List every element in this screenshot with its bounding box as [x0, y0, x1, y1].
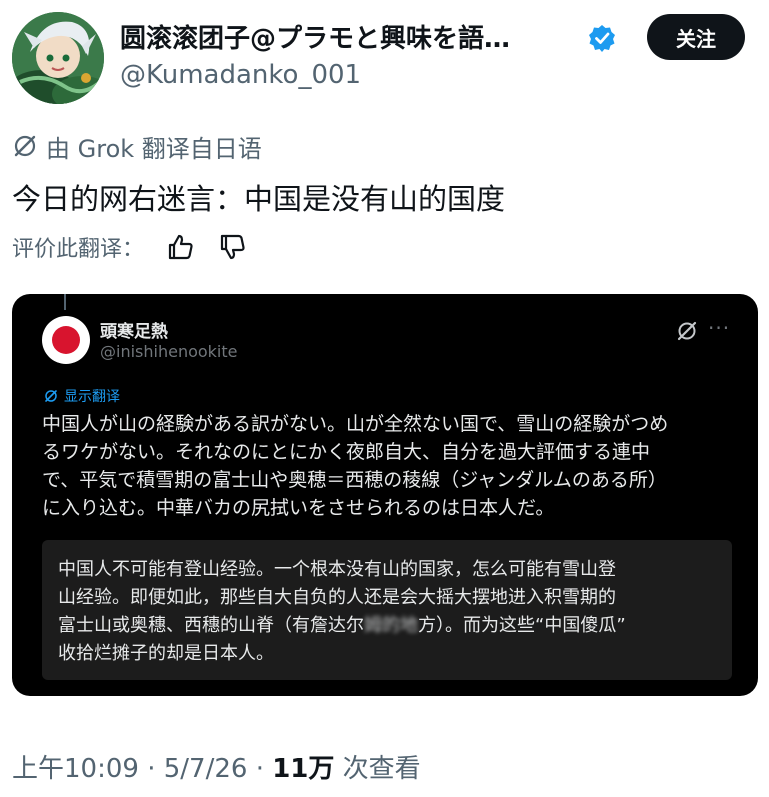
quoted-author-name[interactable]: 頭寒足熱: [100, 317, 168, 342]
views-label: 次查看: [342, 754, 421, 784]
translated-text-line: 富士山或奥穗、西穗的山脊（有詹达尔姆的地方）。而为这些“中国傻瓜”: [58, 612, 718, 640]
thumbs-down-icon[interactable]: [218, 232, 248, 262]
quoted-author-handle[interactable]: @inishihenookite: [100, 342, 237, 361]
follow-button[interactable]: 关注: [647, 14, 745, 60]
rate-translation-label: 评价此翻译：: [12, 237, 145, 262]
post-metadata: 上午10:09 · 5/7/26 · 11万 次查看: [12, 748, 421, 785]
obscured-text: 姆的地: [364, 615, 418, 636]
translation-panel: 中国人不可能有登山经验。一个根本没有山的国家，怎么可能有雪山登 山经验。即便如此…: [42, 540, 732, 680]
grok-translation-label: 由 Grok 翻译自日语: [46, 134, 262, 163]
grok-icon[interactable]: [676, 320, 698, 346]
grok-small-icon: [45, 390, 57, 402]
translated-text-line: 中国人不可能有登山经验。一个根本没有山的国家，怎么可能有雪山登: [58, 559, 616, 580]
show-translation-label[interactable]: 显示翻译: [64, 386, 120, 406]
verified-badge-icon: [588, 24, 616, 52]
translated-text-line: 山经验。即便如此，那些自大自负的人还是会大摇大摆地进入积雪期的: [58, 587, 616, 608]
quoted-post-card[interactable]: 頭寒足熱 @inishihenookite ··· 显示翻译 中国人が山の経験が…: [12, 294, 758, 696]
rate-translation-row: 评价此翻译：: [12, 230, 248, 264]
quoted-text-line: るワケがない。それなのにとにかく夜郎自大、自分を過大評価する連中: [42, 441, 651, 463]
tweet-header: 圆滚滚团子@プラモと興味を語… @Kumadanko_001 关注: [0, 0, 769, 110]
separator-dot: ·: [255, 754, 273, 784]
grok-translation-indicator: 由 Grok 翻译自日语: [12, 130, 262, 163]
view-count: 11万: [272, 754, 335, 784]
translated-text-line: 收拾烂摊子的却是日本人。: [58, 643, 274, 664]
translated-segment: 富士山或奥穗、西穗的山脊（有詹达尔: [58, 615, 364, 636]
author-avatar[interactable]: [12, 12, 104, 104]
thread-connector: [64, 294, 66, 310]
author-handle[interactable]: @Kumadanko_001: [120, 60, 361, 90]
post-date[interactable]: 5/7/26: [164, 754, 248, 784]
quoted-post-text: 中国人が山の経験がある訳がない。山が全然ない国で、雪山の経験がつめ るワケがない…: [42, 410, 732, 522]
post-time[interactable]: 上午10:09: [12, 754, 139, 784]
show-translation-link[interactable]: 显示翻译: [44, 386, 120, 406]
translated-segment: 方）。而为这些“中国傻瓜”: [418, 615, 626, 636]
more-options-icon[interactable]: ···: [708, 316, 730, 340]
quoted-author-avatar[interactable]: [42, 316, 90, 364]
separator-dot: ·: [147, 754, 164, 784]
quoted-text-line: で、平気で積雪期の富士山や奥穂＝西穂の稜線（ジャンダルムのある所）: [42, 469, 667, 491]
quoted-text-line: 中国人が山の経験がある訳がない。山が全然ない国で、雪山の経験がつめ: [42, 413, 669, 435]
japan-flag-icon: [52, 326, 80, 354]
author-display-name[interactable]: 圆滚滚团子@プラモと興味を語…: [120, 18, 582, 55]
tweet-text: 今日的网右迷言：中国是没有山的国度: [12, 182, 506, 216]
grok-icon: [14, 135, 36, 157]
thumbs-up-icon[interactable]: [166, 232, 196, 262]
quoted-text-line: に入り込む。中華バカの尻拭いをさせられるのは日本人だ。: [42, 497, 555, 519]
translated-text: 中国人不可能有登山经验。一个根本没有山的国家，怎么可能有雪山登 山经验。即便如此…: [58, 556, 718, 668]
